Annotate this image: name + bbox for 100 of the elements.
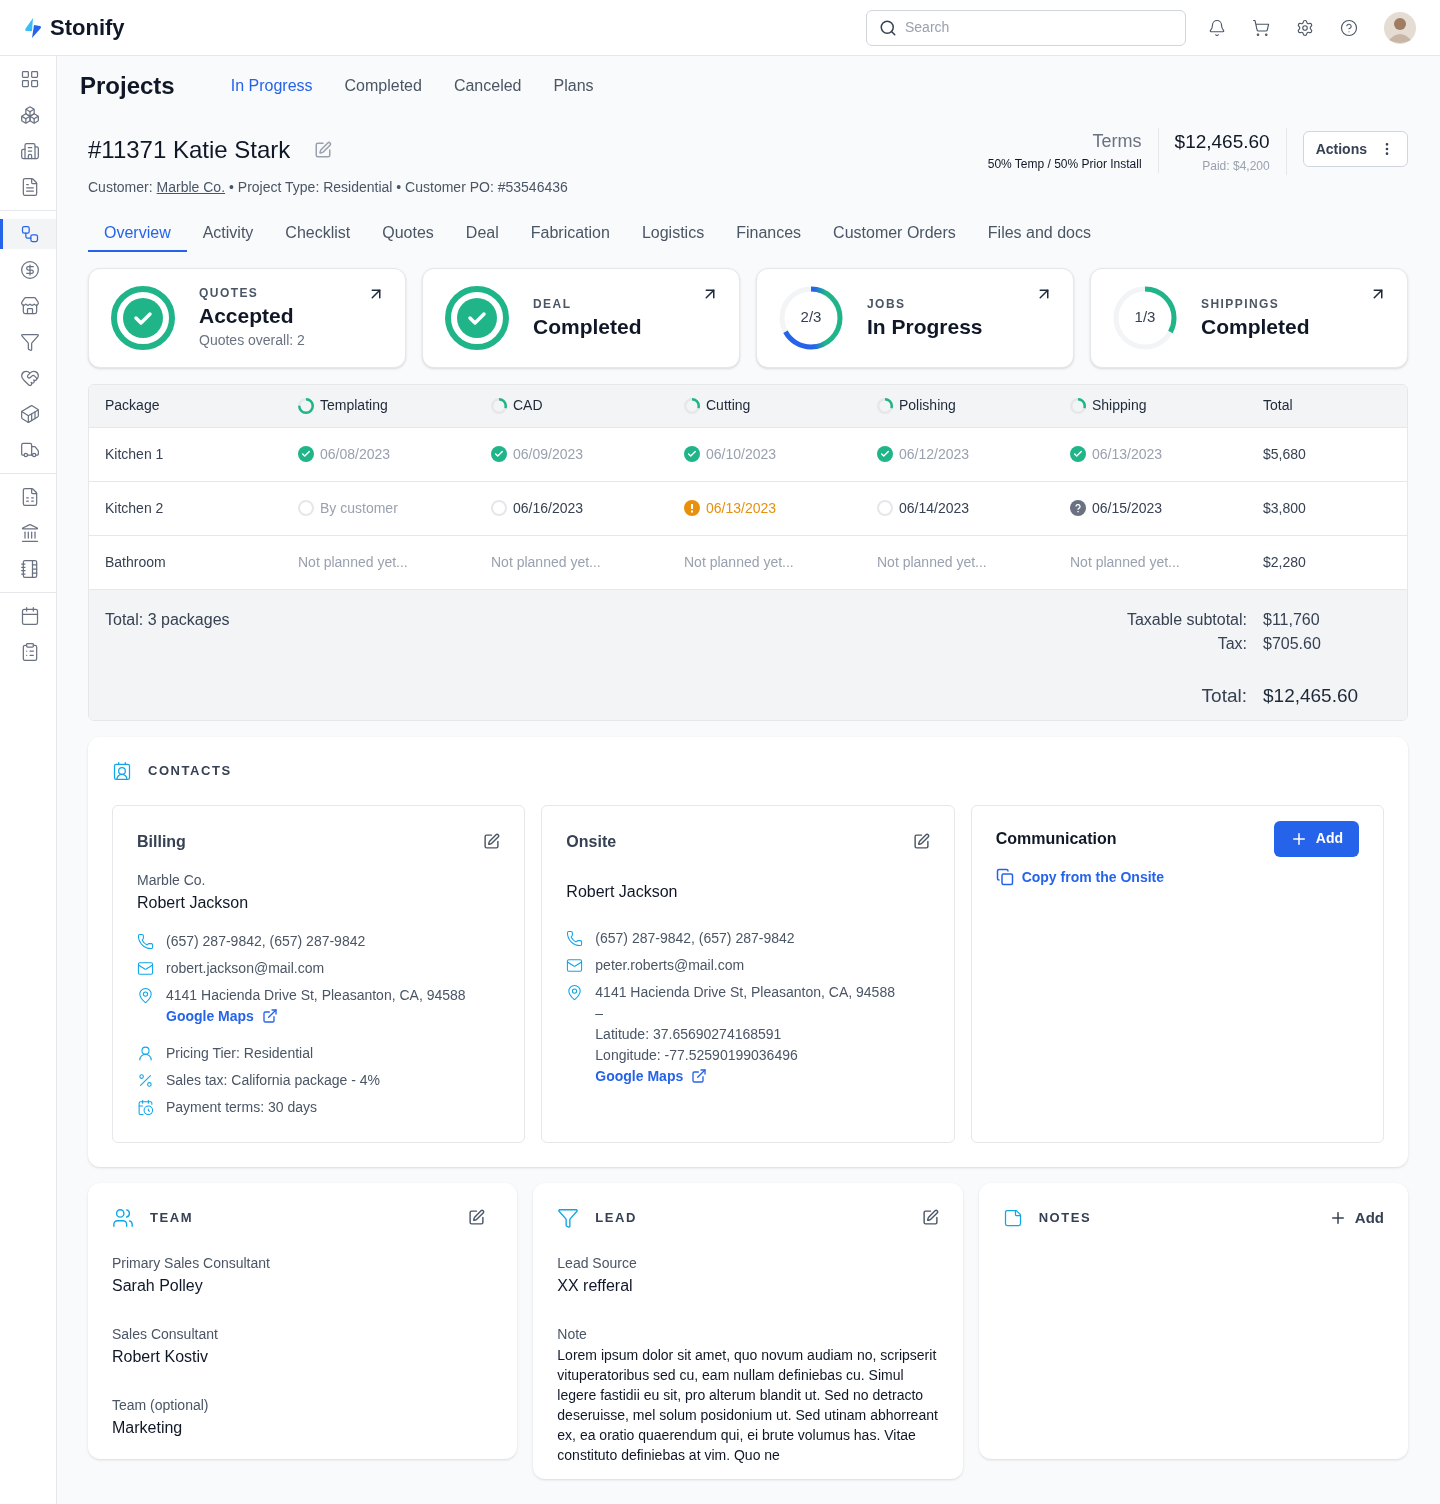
edit-icon[interactable] <box>483 833 501 850</box>
card-title: Billing <box>137 831 186 852</box>
column-header: Total <box>1263 396 1293 415</box>
workflow-icon <box>19 224 40 244</box>
search-icon <box>879 18 897 37</box>
project-tab[interactable]: Activity <box>186 215 270 252</box>
column-header: Package <box>105 396 160 415</box>
summary-card[interactable]: QUOTES Accepted Quotes overall: 2 <box>88 267 406 368</box>
settings-icon[interactable] <box>1296 18 1314 37</box>
status-tab[interactable]: In Progress <box>230 74 313 98</box>
table-cell-text: 06/16/2023 <box>513 498 584 518</box>
project-tab[interactable]: Files and docs <box>971 215 1107 252</box>
project-tab[interactable]: Fabrication <box>514 215 626 252</box>
dollar-icon <box>19 260 40 280</box>
contact-name: Robert Jackson <box>566 881 679 902</box>
card-label: QUOTES <box>199 285 260 302</box>
handshake-icon <box>19 368 40 388</box>
status-tab[interactable]: Plans <box>553 74 594 98</box>
help-icon[interactable] <box>1340 18 1358 37</box>
company-name: Marble Co. <box>137 870 207 890</box>
field-label: Lead Source <box>557 1253 638 1273</box>
check-icon <box>298 446 314 462</box>
project-tab[interactable]: Checklist <box>269 215 367 252</box>
summary-card[interactable]: 1/3 SHIPPINGS Completed <box>1090 267 1408 368</box>
card-title: Onsite <box>566 831 617 852</box>
bank-icon <box>19 523 40 543</box>
search-bar[interactable]: Search <box>866 9 1186 46</box>
question-icon <box>1070 500 1086 516</box>
summary-value: $11,760 <box>1263 609 1321 630</box>
card-status: In Progress <box>867 313 983 340</box>
summary-label: Total: <box>1201 683 1247 708</box>
project-title: #11371 Katie Stark <box>88 135 291 165</box>
address: 4141 Hacienda Drive St, Pleasanton, CA, 94588 <box>595 982 895 1002</box>
project-tab[interactable]: Finances <box>720 215 818 252</box>
bell-icon[interactable] <box>1208 18 1226 37</box>
field-value: XX refferal <box>557 1275 634 1296</box>
table-cell-text: Not planned yet... <box>684 552 794 572</box>
search-input[interactable]: Search <box>905 17 1173 38</box>
table-cell-text: 06/09/2023 <box>513 444 584 464</box>
map-pin-icon <box>566 983 584 1001</box>
project-tab[interactable]: Quotes <box>366 215 450 252</box>
column-header: Templating <box>320 396 388 415</box>
project-tab[interactable]: Deal <box>449 215 515 252</box>
warning-icon <box>684 500 700 516</box>
card-subtitle: Quotes overall: 2 <box>199 331 305 350</box>
copy-link[interactable]: Copy from the Onsite <box>995 866 1164 888</box>
copy-icon <box>995 868 1014 886</box>
notebook-icon <box>19 559 40 579</box>
section-title: NOTES <box>1038 1209 1093 1227</box>
check-icon <box>491 446 507 462</box>
table-cell-text: 06/15/2023 <box>1092 498 1163 518</box>
column-header: Cutting <box>706 396 751 415</box>
field-label: Note <box>557 1324 588 1344</box>
column-header: Shipping <box>1092 396 1147 415</box>
google-maps-link[interactable]: Google Maps <box>166 1005 278 1027</box>
table-cell-text: $5,680 <box>1263 444 1307 464</box>
card-status: Accepted <box>199 303 295 329</box>
project-amount: $12,465.60 <box>1174 130 1270 154</box>
status-tab[interactable]: Canceled <box>453 74 522 98</box>
sidebar-item[interactable] <box>0 219 56 249</box>
card-label: DEAL <box>533 295 573 313</box>
progress-icon <box>1070 397 1086 414</box>
table-cell-text: 06/13/2023 <box>1092 444 1163 464</box>
google-maps-link[interactable]: Google Maps <box>595 1065 708 1087</box>
table-cell-text: 06/14/2023 <box>899 498 970 518</box>
payment-terms: Payment terms: 30 days <box>166 1097 317 1117</box>
phone-icon <box>566 929 584 947</box>
cart-icon[interactable] <box>1252 18 1270 37</box>
project-tab[interactable]: Overview <box>88 215 187 252</box>
edit-icon[interactable] <box>921 1209 939 1226</box>
email-address: peter.roberts@mail.com <box>595 955 745 975</box>
project-tab[interactable]: Logistics <box>625 215 721 252</box>
edit-icon[interactable] <box>912 833 930 850</box>
status-tab[interactable]: Completed <box>344 74 422 98</box>
add-note-button[interactable]: Add <box>1328 1206 1384 1229</box>
email-address: robert.jackson@mail.com <box>166 958 325 978</box>
terms-value: 50% Temp / 50% Prior Install <box>987 156 1142 173</box>
calendar-icon <box>19 606 40 626</box>
summary-value: $705.60 <box>1263 633 1322 654</box>
progress-ring <box>779 285 843 350</box>
field-value: Robert Kostiv <box>112 1346 210 1367</box>
summary-card[interactable]: 2/3 JOBS In Progress <box>756 267 1074 368</box>
calendar-icon <box>137 1098 154 1116</box>
user-icon <box>137 1044 154 1062</box>
progress-icon <box>877 397 893 414</box>
building-icon <box>19 141 40 161</box>
project-tab[interactable]: Customer Orders <box>817 215 972 252</box>
summary-card[interactable]: DEAL Completed <box>422 267 740 368</box>
customer-link[interactable]: Marble Co. <box>156 176 226 198</box>
external-link-icon <box>261 1008 278 1024</box>
edit-icon[interactable] <box>468 1209 486 1226</box>
lead-note: Lorem ipsum dolor sit amet, quo novum audiam no, scripserit vituperatoribus sed cu, eam nullam definiebas cu. Simul legere fastidii eu sit, pro alterum blandit ut. Sed no detracto deseruisse, mel solum posidonium ut. Sed utinam abhorreant ex, ea oratio quaerendum qui, ei brute volumus has. Vitae constituto definiebas at vim. Quo ne <box>557 1345 939 1465</box>
avatar[interactable] <box>1384 11 1416 44</box>
add-button[interactable]: Add <box>1273 820 1359 857</box>
table-cell-text: 06/08/2023 <box>320 444 391 464</box>
field-label: Team (optional) <box>112 1395 210 1415</box>
actions-button[interactable]: Actions <box>1302 131 1408 167</box>
total-value: $12,465.60 <box>1263 683 1360 708</box>
dashboard-icon <box>19 69 40 89</box>
table-cell-text: $2,280 <box>1263 552 1307 572</box>
